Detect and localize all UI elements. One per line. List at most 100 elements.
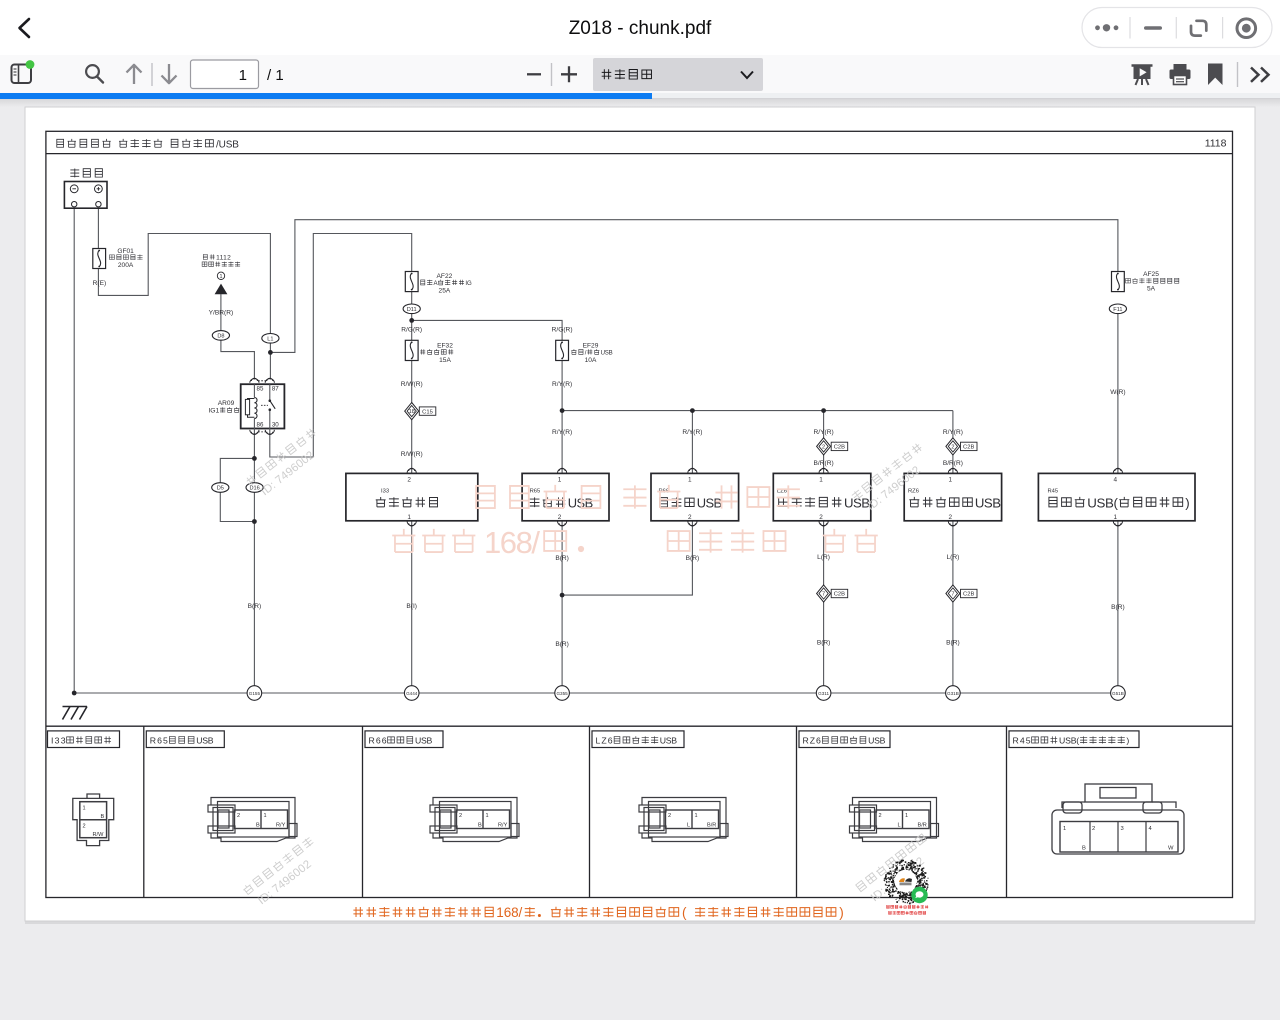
svg-text:25A: 25A (439, 287, 451, 294)
svg-text:USB(: USB( (1059, 736, 1079, 746)
svg-text:R65: R65 (530, 488, 541, 494)
svg-text:R/Y: R/Y (276, 823, 286, 829)
svg-text:168/: 168/ (496, 905, 522, 920)
svg-text:R/W: R/W (93, 832, 105, 838)
svg-text:RZ6: RZ6 (908, 488, 919, 494)
svg-text:USB: USB (415, 736, 433, 746)
svg-text:C2B: C2B (834, 445, 845, 451)
svg-text:R/Y: R/Y (498, 823, 508, 829)
svg-text:): ) (1185, 495, 1189, 510)
svg-text:EF32: EF32 (437, 342, 453, 349)
svg-text:C2B: C2B (963, 445, 974, 451)
svg-text:B: B (478, 823, 482, 829)
svg-text:2: 2 (879, 813, 882, 819)
svg-text:5A: 5A (1147, 286, 1156, 293)
svg-text:2: 2 (819, 514, 823, 521)
svg-text:G155: G155 (249, 691, 261, 696)
svg-text:L1: L1 (267, 336, 273, 342)
svg-text:7: 7 (951, 592, 954, 598)
svg-text:1: 1 (486, 813, 489, 819)
svg-text:18: 18 (409, 409, 415, 415)
svg-text:3: 3 (1121, 826, 1124, 832)
svg-text:2: 2 (237, 813, 240, 819)
svg-text:USB: USB (975, 495, 1001, 510)
svg-text:): ) (839, 905, 844, 920)
svg-text:R/W(R): R/W(R) (401, 451, 423, 458)
svg-text:G311: G311 (818, 691, 829, 696)
svg-text:B(R): B(R) (686, 555, 700, 562)
svg-text:4: 4 (1114, 476, 1118, 483)
svg-text:2: 2 (688, 514, 692, 521)
svg-text:W: W (1168, 846, 1174, 852)
svg-text:R(E): R(E) (93, 280, 107, 287)
svg-text:B/R: B/R (918, 823, 927, 829)
svg-text:R/G(R): R/G(R) (552, 326, 573, 333)
svg-text:B(R): B(R) (1111, 604, 1125, 611)
svg-text:I33: I33 (381, 488, 389, 494)
svg-text:R66: R66 (369, 736, 387, 746)
svg-text:2: 2 (668, 813, 671, 819)
svg-text:B: B (256, 823, 260, 829)
svg-text:GF01: GF01 (117, 248, 134, 255)
svg-text:1118: 1118 (1205, 138, 1227, 150)
svg-text:R/G(R): R/G(R) (401, 326, 422, 333)
svg-text:30: 30 (272, 422, 279, 429)
svg-text:USB(: USB( (1087, 495, 1118, 510)
svg-text:168/: 168/ (484, 525, 540, 560)
svg-text:1112: 1112 (216, 255, 231, 262)
svg-text:R45: R45 (1048, 488, 1059, 494)
svg-text:AR09: AR09 (218, 400, 235, 407)
svg-text:B: B (1082, 846, 1086, 852)
svg-text:7: 7 (822, 592, 825, 598)
svg-text:B: B (101, 814, 105, 820)
svg-text:1: 1 (949, 476, 953, 483)
svg-text:D8: D8 (217, 333, 224, 339)
svg-text:B/R(R): B/R(R) (943, 460, 963, 467)
svg-text:1: 1 (407, 514, 411, 521)
svg-text:2: 2 (407, 476, 411, 483)
svg-text:1: 1 (905, 813, 908, 819)
svg-text:G355: G355 (556, 691, 568, 696)
svg-text:1: 1 (83, 806, 86, 812)
svg-text:86: 86 (257, 422, 264, 429)
svg-text:G51B: G51B (1112, 691, 1124, 696)
svg-text:USB: USB (868, 736, 886, 746)
svg-text:/USB: /USB (216, 140, 239, 151)
svg-text:/ 1: / 1 (267, 67, 284, 84)
svg-text:USB: USB (697, 495, 722, 510)
svg-text:2: 2 (558, 514, 562, 521)
svg-text:1: 1 (1114, 514, 1118, 521)
svg-text:RZ6: RZ6 (803, 736, 822, 746)
svg-text:R/W(R): R/W(R) (401, 381, 423, 388)
svg-text:L: L (898, 823, 901, 829)
svg-text:): ) (1126, 736, 1129, 746)
svg-text:L(R): L(R) (946, 554, 959, 561)
svg-text:2: 2 (83, 824, 86, 830)
svg-text:G444: G444 (406, 691, 418, 696)
svg-text:F11: F11 (1113, 307, 1122, 313)
svg-text:2: 2 (822, 444, 825, 450)
svg-text:B(R): B(R) (248, 603, 262, 610)
svg-text:R/Y(R): R/Y(R) (552, 429, 572, 436)
svg-text:USB: USB (196, 736, 214, 746)
svg-text:2: 2 (951, 444, 954, 450)
svg-text:EF29: EF29 (583, 342, 599, 349)
svg-text:10A: 10A (585, 357, 597, 364)
svg-text:Z018 - chunk.pdf: Z018 - chunk.pdf (569, 18, 712, 39)
svg-text:1: 1 (819, 476, 823, 483)
svg-text:L: L (687, 823, 690, 829)
svg-text:IG1: IG1 (209, 408, 220, 415)
svg-text:2: 2 (1092, 826, 1095, 832)
svg-text:B(R): B(R) (817, 640, 831, 647)
svg-text:15A: 15A (439, 357, 451, 364)
svg-text:2: 2 (949, 514, 953, 521)
svg-text:B/R(R): B/R(R) (814, 460, 834, 467)
svg-text:B(R): B(R) (946, 640, 960, 647)
svg-text:LZ6: LZ6 (596, 736, 613, 746)
svg-text:85: 85 (257, 386, 264, 393)
svg-text:AF22: AF22 (437, 273, 453, 280)
svg-text:C2B: C2B (963, 592, 974, 598)
svg-text:R/Y(R): R/Y(R) (552, 381, 572, 388)
svg-text:B/R: B/R (707, 823, 716, 829)
svg-text:B(R): B(R) (555, 641, 569, 648)
